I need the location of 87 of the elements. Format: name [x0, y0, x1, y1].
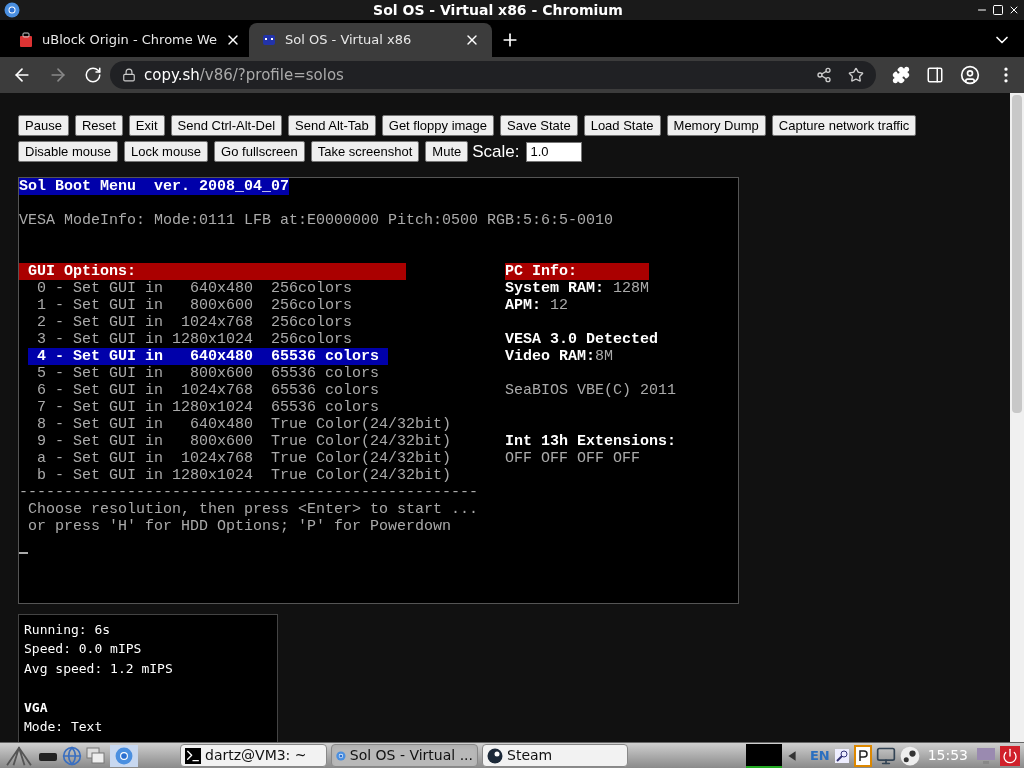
toolbar-button[interactable]: Take screenshot	[310, 141, 420, 163]
separator-line: ---------------------------------------------------	[19, 483, 479, 501]
stats-heading: VGA	[24, 699, 48, 715]
info-text: SeaBIOS VBE(C) 2011	[505, 381, 677, 399]
chromium-icon	[4, 2, 20, 18]
side-panel-icon[interactable]	[926, 66, 944, 84]
toolbar-button[interactable]: Load State	[583, 115, 661, 136]
cpu-graph	[745, 743, 782, 768]
invader-icon	[261, 32, 277, 48]
reload-icon[interactable]	[84, 66, 102, 84]
text-cursor	[19, 551, 28, 554]
menu-option[interactable]: b - Set GUI in 1280x1024 True Color(24/32bit)	[28, 466, 461, 484]
window-label: Sol OS - Virtual ...	[349, 746, 473, 765]
share-icon[interactable]	[816, 67, 832, 83]
windows-icon[interactable]	[86, 746, 106, 765]
browser-tab[interactable]: Sol OS - Virtual x86	[249, 23, 492, 57]
chromium-launcher-icon	[115, 746, 133, 765]
toolbar-button[interactable]: Reset	[74, 115, 123, 136]
profile-icon[interactable]	[960, 65, 980, 85]
stats-text: Mode: Text	[24, 719, 103, 734]
extensions-icon[interactable]	[892, 66, 910, 84]
toolbar-button[interactable]: Pause	[18, 115, 69, 136]
prompt-text: or press 'H' for HDD Options; 'P' for Powerdown	[28, 517, 452, 535]
tab-title: uBlock Origin - Chrome We	[42, 31, 217, 50]
toolbar-button[interactable]: Send Alt-Tab	[288, 115, 376, 136]
toolbar-button[interactable]: Exit	[128, 115, 165, 136]
network-icon[interactable]	[875, 745, 896, 766]
boot-menu-header: Sol Boot Menu ver. 2008_04_07	[19, 177, 290, 195]
menu-option[interactable]: 5 - Set GUI in 800x600 65536 colors	[28, 364, 389, 382]
scrollbar[interactable]	[1010, 93, 1024, 742]
stats-text: Speed: 0.0 mIPS	[24, 641, 142, 656]
menu-option[interactable]: 0 - Set GUI in 640x480 256colors	[28, 279, 362, 297]
window-label: dartz@VM3: ~	[205, 746, 307, 765]
info-label: APM:	[505, 296, 542, 314]
section-bar: PC Info:	[505, 262, 650, 280]
taskbar-window[interactable]: Steam	[482, 744, 628, 767]
info-label: Video RAM:	[505, 347, 596, 365]
menu-option[interactable]: 4 - Set GUI in 640x480 65536 colors	[28, 347, 389, 365]
close-icon[interactable]	[1008, 4, 1020, 16]
terminal-icon	[185, 747, 201, 764]
start-menu-icon[interactable]	[4, 744, 34, 767]
menu-option[interactable]: 9 - Set GUI in 800x600 True Color(24/32bit)	[28, 432, 461, 450]
menu-option[interactable]: 3 - Set GUI in 1280x1024 256colors	[28, 330, 362, 348]
info-value: 12	[549, 296, 569, 314]
toolbar-button[interactable]: Send Ctrl-Alt-Del	[170, 115, 283, 136]
section-bar: GUI Options:	[19, 262, 407, 280]
menu-option[interactable]: 6 - Set GUI in 1024x768 65536 colors	[28, 381, 389, 399]
maximize-icon[interactable]	[992, 4, 1004, 16]
info-value: 128M	[612, 279, 650, 297]
scale-field[interactable]: 1.0	[525, 141, 582, 162]
prompt-text: Choose resolution, then press <Enter> to start ...	[28, 500, 479, 518]
stats-text: Running: 6s	[24, 621, 111, 637]
star-icon[interactable]	[848, 67, 864, 83]
toolbar-button[interactable]: Lock mouse	[124, 141, 209, 163]
menu-option[interactable]: a - Set GUI in 1024x768 True Color(24/32bit)	[28, 449, 461, 467]
stats-text: Avg speed: 1.2 mIPS	[24, 660, 173, 676]
menu-option[interactable]: 7 - Set GUI in 1280x1024 65536 colors	[28, 398, 389, 416]
tab-title: Sol OS - Virtual x86	[285, 31, 413, 50]
menu-option[interactable]: 8 - Set GUI in 640x480 True Color(24/32bit)	[28, 415, 461, 433]
toolbar-button[interactable]: Save State	[500, 115, 578, 136]
lock-icon	[122, 68, 136, 82]
window-label: Steam	[507, 746, 553, 765]
url-text: copy.sh/v86/?profile=solos	[144, 64, 344, 86]
info-text: OFF OFF OFF OFF	[505, 449, 641, 467]
emulator-screen[interactable]	[18, 176, 739, 604]
taskbar-window[interactable]: Sol OS - Virtual ...	[331, 744, 478, 767]
address-field[interactable]: copy.sh/v86/?profile=solos	[110, 61, 876, 89]
toolbar-button[interactable]: Memory Dump	[666, 115, 766, 136]
taskbar-window[interactable]: dartz@VM3: ~	[180, 744, 327, 767]
toolbar-button[interactable]: Capture network traffic	[771, 115, 917, 136]
clipboard-icon[interactable]	[853, 744, 872, 767]
power-icon[interactable]	[1002, 747, 1018, 764]
info-text: VESA 3.0 Detected	[505, 330, 659, 348]
menu-option[interactable]: 2 - Set GUI in 1024x768 256colors	[28, 313, 362, 331]
menu-option[interactable]: 1 - Set GUI in 800x600 256colors	[28, 296, 362, 314]
toolbar-button[interactable]: Get floppy image	[381, 115, 495, 136]
info-text: Int 13h Extensions:	[505, 432, 677, 450]
info-label: System RAM:	[505, 279, 605, 297]
bag-icon	[18, 32, 34, 48]
scale-label: Scale:	[472, 141, 520, 163]
toolbar-button[interactable]: Disable mouse	[18, 141, 118, 163]
mode-info: VESA ModeInfo: Mode:0111 LFB at:E0000000 Pitch:0500 RGB:5:6:5-0010	[19, 211, 614, 229]
toolbar-button[interactable]: Go fullscreen	[214, 141, 305, 163]
info-value: 8M	[595, 347, 614, 365]
toolbar-button[interactable]: Mute	[425, 141, 469, 163]
window-title: Sol OS - Virtual x86 - Chromium	[373, 0, 623, 20]
browser-tab[interactable]: uBlock Origin - Chrome We	[6, 23, 249, 57]
